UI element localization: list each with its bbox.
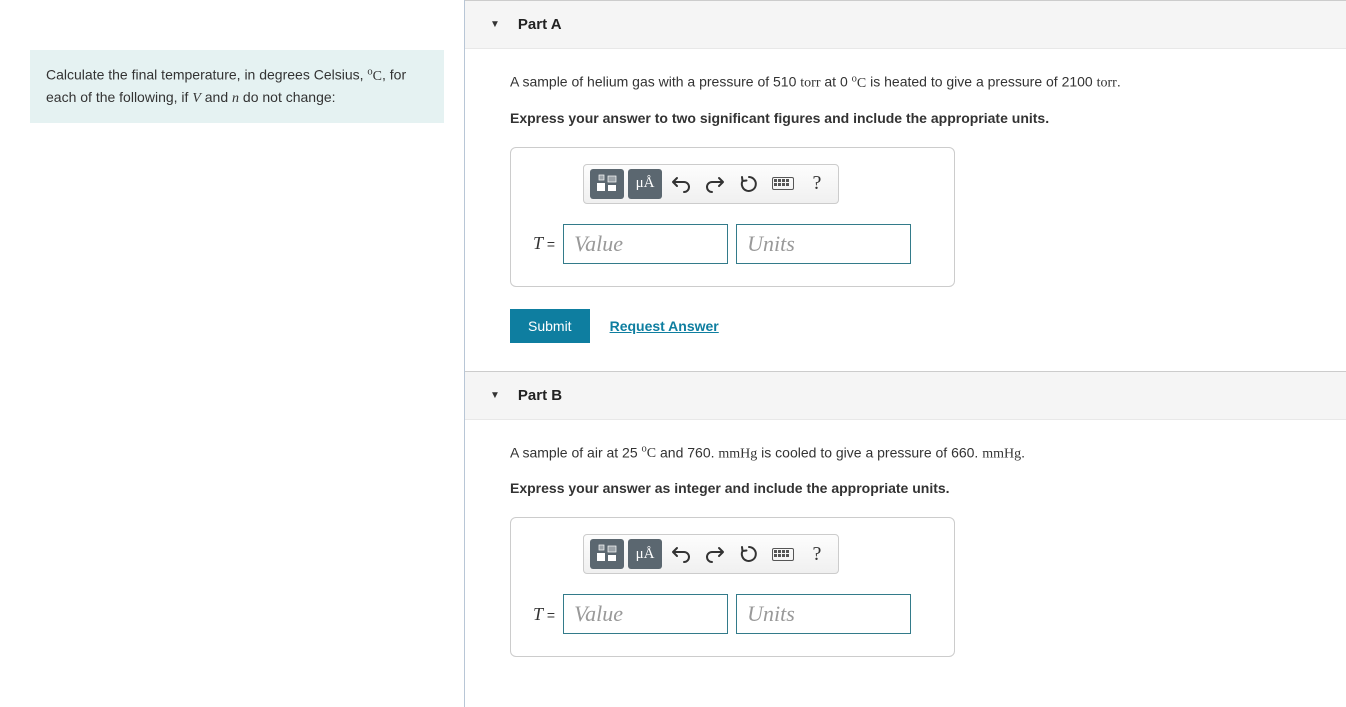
left-pane: Calculate the final temperature, in degr… xyxy=(0,0,465,707)
part-b-answer-panel: μÅ ? xyxy=(510,517,955,657)
template-icon[interactable] xyxy=(590,169,624,199)
redo-icon[interactable] xyxy=(700,539,730,569)
part-b-header[interactable]: ▼ Part B xyxy=(465,372,1346,420)
undo-icon[interactable] xyxy=(666,539,696,569)
part-a-submit-button[interactable]: Submit xyxy=(510,309,590,343)
part-a-question: A sample of helium gas with a pressure o… xyxy=(510,71,1301,94)
keyboard-icon[interactable] xyxy=(768,169,798,199)
help-icon[interactable]: ? xyxy=(802,169,832,199)
var-v: V xyxy=(192,91,201,106)
part-a-input-row: T = xyxy=(533,224,932,264)
part-a-header[interactable]: ▼ Part A xyxy=(465,1,1346,49)
q-b-seg1: A sample of air at 25 xyxy=(510,444,642,460)
part-b-title: Part B xyxy=(518,387,562,404)
caret-down-icon: ▼ xyxy=(490,390,500,401)
q-a-unit2: torr xyxy=(1097,76,1117,91)
part-b-toolbar: μÅ ? xyxy=(583,534,839,574)
q-b-unit2: mmHg xyxy=(982,446,1021,461)
part-a-units-input[interactable] xyxy=(736,224,911,264)
q-a-seg1: A sample of helium gas with a pressure o… xyxy=(510,74,800,90)
redo-icon[interactable] xyxy=(700,169,730,199)
part-a-body: A sample of helium gas with a pressure o… xyxy=(465,49,1346,371)
part-a-directive: Express your answer to two significant f… xyxy=(510,108,1301,129)
special-chars-icon[interactable]: μÅ xyxy=(628,169,662,199)
caret-down-icon: ▼ xyxy=(490,19,500,30)
part-b-directive: Express your answer as integer and inclu… xyxy=(510,478,1301,499)
instruction-text-1: Calculate the final temperature, in degr… xyxy=(46,67,367,83)
q-b-seg4: . xyxy=(1021,444,1025,460)
help-icon[interactable]: ? xyxy=(802,539,832,569)
q-a-seg2: at 0 xyxy=(821,74,852,90)
right-pane: ▼ Part A A sample of helium gas with a p… xyxy=(465,0,1346,707)
part-a-var-label: T = xyxy=(533,233,555,254)
part-b-var-label: T = xyxy=(533,604,555,625)
part-a-toolbar: μÅ ? xyxy=(583,164,839,204)
undo-icon[interactable] xyxy=(666,169,696,199)
part-a-request-link[interactable]: Request Answer xyxy=(610,318,719,334)
q-b-seg3: is cooled to give a pressure of 660. xyxy=(757,444,982,460)
q-b-seg2: and 760. xyxy=(656,444,718,460)
instruction-text-3: do not change: xyxy=(239,89,336,105)
reset-icon[interactable] xyxy=(734,169,764,199)
part-b-value-input[interactable] xyxy=(563,594,728,634)
instruction-and: and xyxy=(201,89,232,105)
part-b-input-row: T = xyxy=(533,594,932,634)
part-a-title: Part A xyxy=(518,16,562,33)
q-a-seg3: is heated to give a pressure of 2100 xyxy=(866,74,1096,90)
instruction-box: Calculate the final temperature, in degr… xyxy=(30,50,444,123)
q-a-deg: oC xyxy=(852,76,867,91)
part-b-section: ▼ Part B A sample of air at 25 oC and 76… xyxy=(465,371,1346,707)
reset-icon[interactable] xyxy=(734,539,764,569)
q-a-seg4: . xyxy=(1117,74,1121,90)
part-a-value-input[interactable] xyxy=(563,224,728,264)
degree-c-symbol: oC xyxy=(367,69,382,84)
part-a-section: ▼ Part A A sample of helium gas with a p… xyxy=(465,0,1346,371)
part-b-body: A sample of air at 25 oC and 760. mmHg i… xyxy=(465,420,1346,707)
q-b-deg: oC xyxy=(642,446,657,461)
var-n: n xyxy=(232,91,239,106)
q-a-unit1: torr xyxy=(800,76,820,91)
part-b-question: A sample of air at 25 oC and 760. mmHg i… xyxy=(510,442,1301,465)
template-icon[interactable] xyxy=(590,539,624,569)
special-chars-icon[interactable]: μÅ xyxy=(628,539,662,569)
keyboard-icon[interactable] xyxy=(768,539,798,569)
part-b-units-input[interactable] xyxy=(736,594,911,634)
part-a-actions: Submit Request Answer xyxy=(510,309,1301,343)
part-a-answer-panel: μÅ ? xyxy=(510,147,955,287)
q-b-unit1: mmHg xyxy=(718,446,757,461)
